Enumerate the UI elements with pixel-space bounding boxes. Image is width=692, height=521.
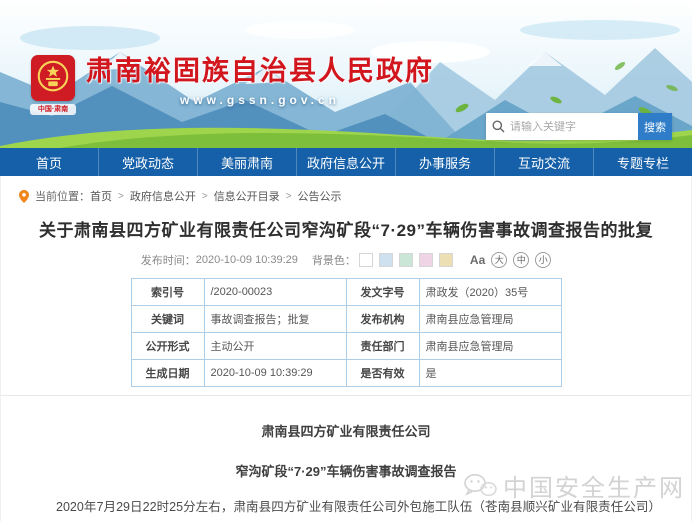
table-row: 生成日期 2020-10-09 10:39:29 是否有效 是 [131,360,561,387]
nav-item-services[interactable]: 办事服务 [395,148,494,176]
bg-swatch-blue[interactable] [379,253,393,267]
breadcrumb-link-announcements[interactable]: 公告公示 [298,188,342,204]
nav-item-home[interactable]: 首页 [0,148,98,176]
info-label: 是否有效 [346,360,419,387]
publish-time-label: 发布时间： [141,252,196,268]
font-size-small-button[interactable]: 小 [535,252,551,268]
bg-swatch-pink[interactable] [419,253,433,267]
breadcrumb-separator: > [202,191,208,202]
search-icon [492,120,505,133]
font-size-large-button[interactable]: 大 [491,252,507,268]
info-value: 是 [419,360,561,387]
table-row: 索引号 /2020-00023 发文字号 肃政发（2020）35号 [131,279,561,306]
info-value: /2020-00023 [204,279,346,306]
nav-item-special-topics[interactable]: 专题专栏 [593,148,692,176]
info-label: 生成日期 [131,360,204,387]
breadcrumb-link-info-catalog[interactable]: 信息公开目录 [214,188,280,204]
bg-swatch-yellow[interactable] [439,253,453,267]
bgcolor-label: 背景色： [312,252,356,268]
info-value: 事故调查报告；批复 [204,306,346,333]
breadcrumb-prefix: 当前位置： [35,188,90,204]
info-value: 肃政发（2020）35号 [419,279,561,306]
font-size-medium-button[interactable]: 中 [513,252,529,268]
article-meta: 发布时间： 2020-10-09 10:39:29 背景色： Aa 大 中 小 [1,252,691,268]
section-divider [1,395,691,396]
info-label: 责任部门 [346,333,419,360]
table-row: 关键词 事故调查报告；批复 发布机构 肃南县应急管理局 [131,306,561,333]
site-url: www.gssn.gov.cn [86,93,434,107]
info-value: 肃南县应急管理局 [419,306,561,333]
publish-time-value: 2020-10-09 10:39:29 [196,254,298,266]
font-size-label: Aa [470,253,485,267]
search-input[interactable] [510,121,632,133]
info-value: 肃南县应急管理局 [419,333,561,360]
bg-swatch-green[interactable] [399,253,413,267]
main-nav: 首页 党政动态 美丽肃南 政府信息公开 办事服务 互动交流 专题专栏 [0,148,692,176]
bg-swatch-white[interactable] [359,253,373,267]
breadcrumb-link-home[interactable]: 首页 [90,188,112,204]
emblem-caption: 中国·肃南 [30,104,76,115]
table-row: 公开形式 主动公开 责任部门 肃南县应急管理局 [131,333,561,360]
site-title: 肃南裕固族自治县人民政府 [86,55,434,89]
location-pin-icon [19,190,29,203]
national-emblem-icon [31,55,75,101]
document-info-table: 索引号 /2020-00023 发文字号 肃政发（2020）35号 关键词 事故… [131,278,562,387]
breadcrumb-link-gov-info[interactable]: 政府信息公开 [130,188,196,204]
content-area: 当前位置： 首页 > 政府信息公开 > 信息公开目录 > 公告公示 关于肃南县四… [0,176,692,521]
breadcrumb-separator: > [118,191,124,202]
info-label: 发布机构 [346,306,419,333]
search-button[interactable]: 搜索 [638,113,672,140]
nav-item-beautiful-sunan[interactable]: 美丽肃南 [197,148,296,176]
document-body: 肃南县四方矿业有限责任公司 窄沟矿段“7·29”车辆伤害事故调查报告 2020年… [1,421,691,521]
info-value: 2020-10-09 10:39:29 [204,360,346,387]
doc-heading-report: 窄沟矿段“7·29”车辆伤害事故调查报告 [31,461,661,480]
nav-item-gov-info[interactable]: 政府信息公开 [296,148,395,176]
doc-paragraph: 2020年7月29日22时25分左右，肃南县四方矿业有限责任公司外包施工队伍（苍… [31,495,661,521]
breadcrumb-separator: > [286,191,292,202]
doc-heading-company: 肃南县四方矿业有限责任公司 [31,421,661,440]
breadcrumb: 当前位置： 首页 > 政府信息公开 > 信息公开目录 > 公告公示 [1,176,691,204]
info-value: 主动公开 [204,333,346,360]
nav-item-party-news[interactable]: 党政动态 [98,148,197,176]
site-logo[interactable]: 中国·肃南 肃南裕固族自治县人民政府 www.gssn.gov.cn [30,55,434,115]
info-label: 关键词 [131,306,204,333]
search-bar: 搜索 [486,113,672,140]
info-label: 发文字号 [346,279,419,306]
nav-item-interaction[interactable]: 互动交流 [494,148,593,176]
info-label: 索引号 [131,279,204,306]
page: 中国·肃南 肃南裕固族自治县人民政府 www.gssn.gov.cn 搜索 [0,0,692,521]
article-title: 关于肃南县四方矿业有限责任公司窄沟矿段“7·29”车辆伤害事故调查报告的批复 [1,216,691,241]
info-label: 公开形式 [131,333,204,360]
site-banner: 中国·肃南 肃南裕固族自治县人民政府 www.gssn.gov.cn 搜索 [0,0,692,148]
